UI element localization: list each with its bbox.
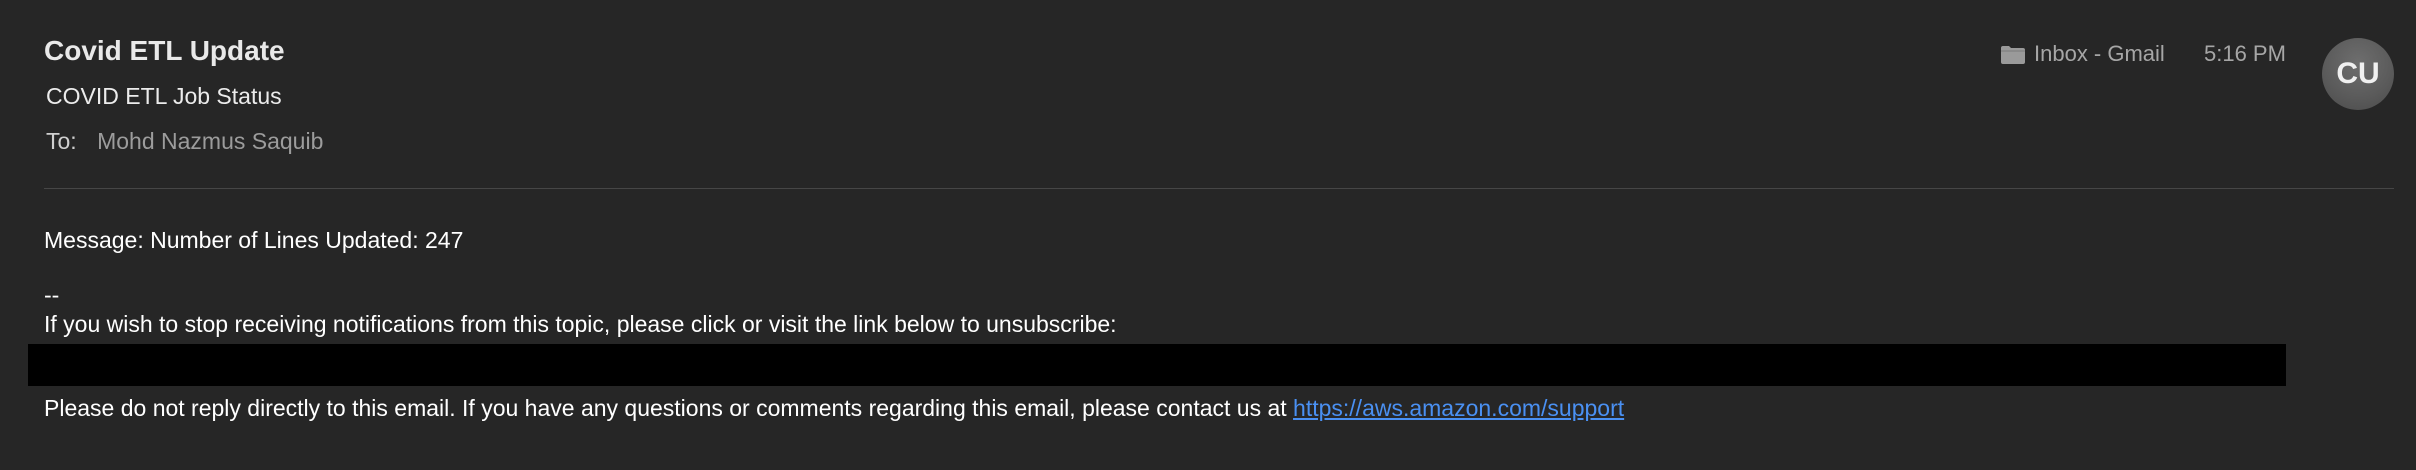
sender-name: Covid ETL Update [44,35,285,66]
footer-message: Please do not reply directly to this ema… [44,395,1294,421]
received-time: 5:16 PM [2204,41,2286,66]
recipient-row: To: Mohd Nazmus Saquib [46,126,323,156]
to-label: To: [46,128,77,154]
redacted-unsubscribe-link [28,344,2286,386]
email-view: Covid ETL Update COVID ETL Job Status To… [0,0,2416,470]
footer-text: Please do not reply directly to this ema… [44,393,1624,423]
email-subject: COVID ETL Job Status [46,83,282,109]
signature-separator: -- [44,282,60,308]
unsubscribe-text: If you wish to stop receiving notificati… [44,311,1117,337]
mailbox-label[interactable]: Inbox - Gmail [2000,40,2165,68]
mailbox-name: Inbox - Gmail [2034,41,2165,66]
support-link[interactable]: https://aws.amazon.com/support [1293,395,1624,421]
recipient-name[interactable]: Mohd Nazmus Saquib [97,128,323,154]
avatar[interactable]: CU [2322,38,2394,110]
folder-icon [2000,44,2026,64]
message-line: Message: Number of Lines Updated: 247 [44,227,464,253]
header-divider [44,188,2394,189]
